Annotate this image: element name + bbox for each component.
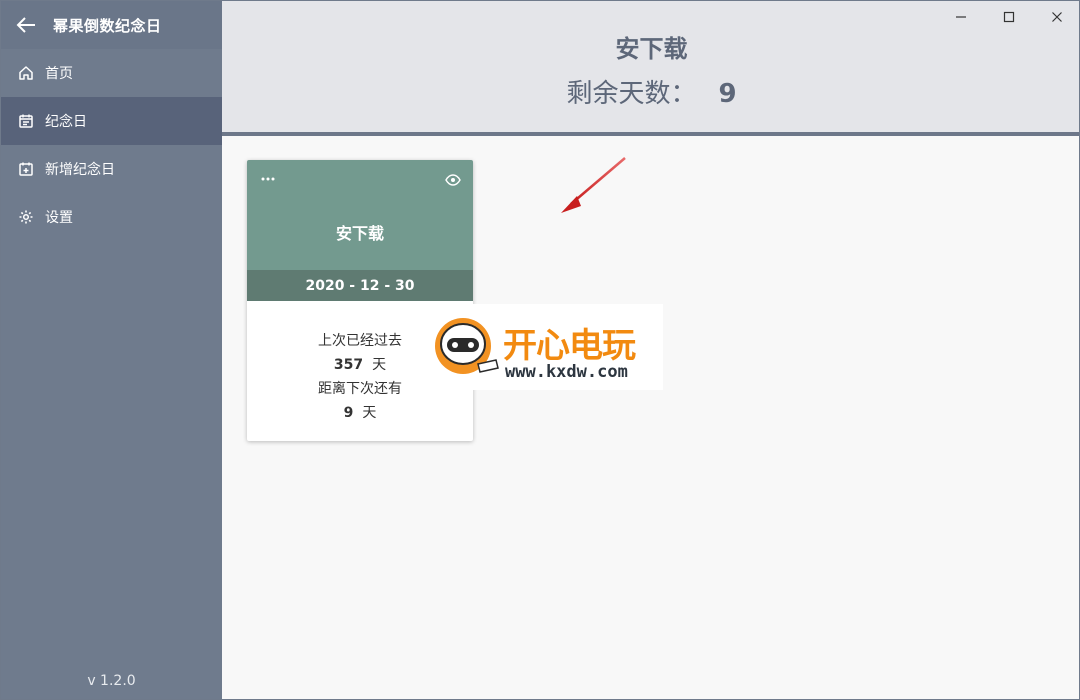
close-button[interactable] [1033, 5, 1079, 29]
card-title: 安下载 [335, 224, 384, 243]
next-days-value: 9 [343, 405, 354, 421]
next-days: 9 天 [247, 401, 473, 425]
app-window: 幂果倒数纪念日 首页 纪念日 新增纪念日 设置 v 1.2.0 安下载 剩余天数… [0, 0, 1080, 700]
header-title: 安下载 [615, 35, 688, 63]
app-title: 幂果倒数纪念日 [53, 16, 162, 35]
more-options-icon[interactable] [260, 174, 276, 184]
sidebar-header: 幂果倒数纪念日 [1, 1, 222, 49]
eye-icon[interactable] [445, 172, 461, 188]
remaining-days-label: 剩余天数： [566, 79, 697, 109]
sidebar: 幂果倒数纪念日 首页 纪念日 新增纪念日 设置 v 1.2.0 [1, 1, 222, 699]
gear-icon [17, 208, 35, 226]
minimize-button[interactable] [937, 5, 985, 29]
remaining-days-value: 9 [718, 79, 737, 109]
watermark: 开心电玩 www.kxdw.com [433, 304, 663, 390]
watermark-mascot-icon [435, 318, 499, 374]
maximize-button[interactable] [985, 5, 1033, 29]
sidebar-item-add-anniversary[interactable]: 新增纪念日 [1, 145, 222, 193]
sidebar-item-label: 纪念日 [45, 114, 87, 130]
sidebar-item-label: 新增纪念日 [45, 162, 115, 178]
header-panel: 安下载 剩余天数： 9 [222, 1, 1079, 136]
calendar-icon [17, 112, 35, 130]
watermark-brand: 开心电玩 [503, 327, 636, 365]
sidebar-item-anniversary[interactable]: 纪念日 [1, 97, 222, 145]
sidebar-item-label: 设置 [45, 210, 73, 226]
sidebar-item-home[interactable]: 首页 [1, 49, 222, 97]
sidebar-item-label: 首页 [45, 66, 73, 82]
remaining-days: 剩余天数： 9 [222, 73, 1079, 110]
home-icon [17, 64, 35, 82]
card-header: 安下载 [247, 160, 473, 270]
anniversary-card[interactable]: 安下载 2020 - 12 - 30 上次已经过去 357 天 距离下次还有 9… [247, 160, 473, 441]
passed-days-value: 357 [333, 357, 364, 373]
calendar-add-icon [17, 160, 35, 178]
card-date: 2020 - 12 - 30 [247, 270, 473, 301]
back-arrow-icon[interactable] [15, 14, 37, 36]
sidebar-item-settings[interactable]: 设置 [1, 193, 222, 241]
window-controls [937, 5, 1079, 29]
annotation-arrow [561, 157, 626, 213]
version-label: v 1.2.0 [87, 673, 136, 689]
passed-days-unit: 天 [372, 357, 387, 373]
content-area: 安下载 2020 - 12 - 30 上次已经过去 357 天 距离下次还有 9… [222, 140, 1079, 699]
sidebar-nav: 首页 纪念日 新增纪念日 设置 [1, 49, 222, 241]
next-days-unit: 天 [362, 405, 377, 421]
watermark-url: www.kxdw.com [505, 362, 628, 382]
